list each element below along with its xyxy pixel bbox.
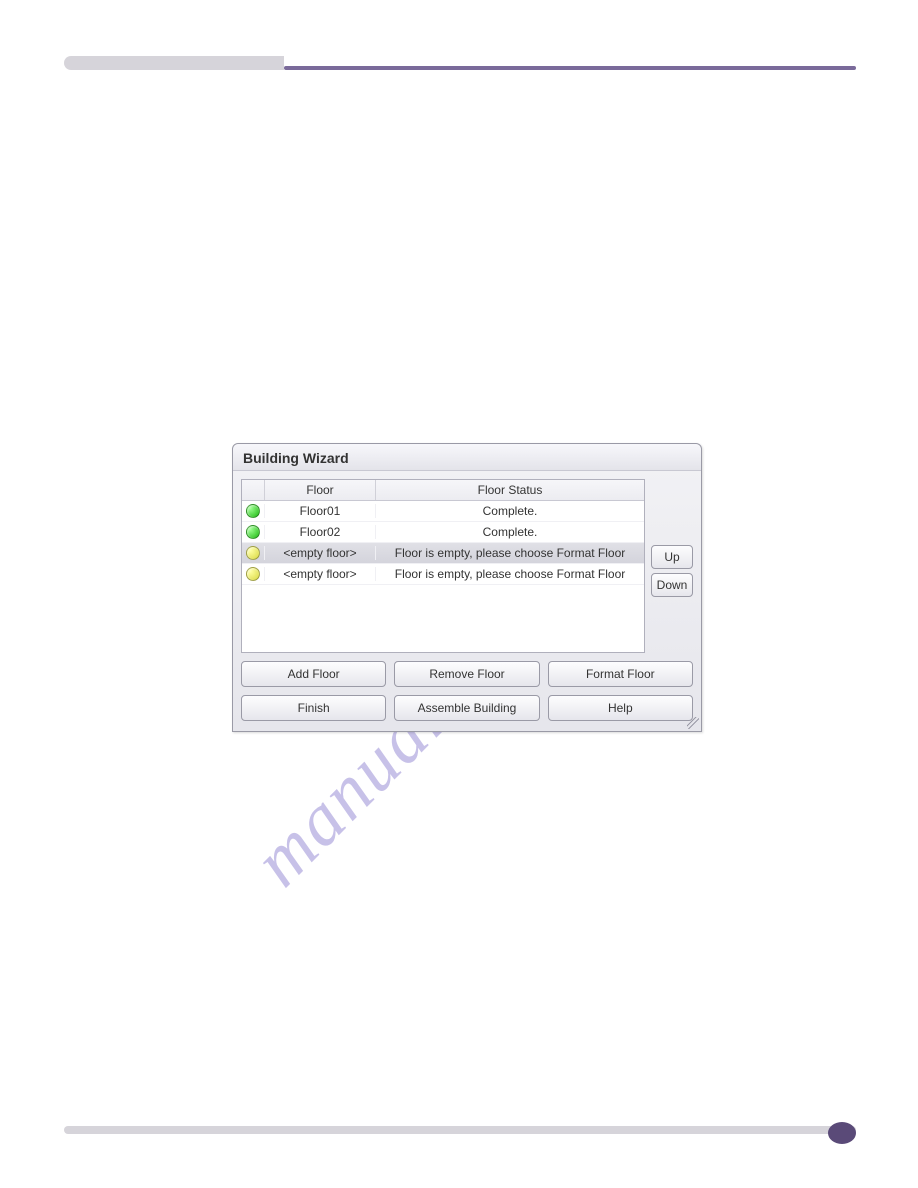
- table-row[interactable]: Floor01Complete.: [242, 501, 644, 522]
- header-bar-right: [284, 66, 856, 70]
- floor-name-cell: <empty floor>: [264, 567, 375, 581]
- dialog-action-row: Finish Assemble Building Help: [241, 695, 693, 721]
- floor-name-cell: Floor01: [264, 504, 375, 518]
- status-dot-cell: [242, 504, 264, 518]
- status-dot-cell: [242, 546, 264, 560]
- help-button[interactable]: Help: [548, 695, 693, 721]
- col-header-floor: Floor: [264, 480, 375, 500]
- floor-status-cell: Complete.: [375, 504, 644, 518]
- floor-status-cell: Complete.: [375, 525, 644, 539]
- floor-name-cell: Floor02: [264, 525, 375, 539]
- dialog-body: Floor Floor Status Floor01Complete.Floor…: [233, 471, 701, 731]
- floor-action-row: Add Floor Remove Floor Format Floor: [241, 661, 693, 687]
- footer-dot: [828, 1122, 856, 1144]
- green-status-icon: [246, 504, 260, 518]
- table-row[interactable]: Floor02Complete.: [242, 522, 644, 543]
- footer-bar: [64, 1126, 856, 1134]
- format-floor-button[interactable]: Format Floor: [548, 661, 693, 687]
- floor-name-cell: <empty floor>: [264, 546, 375, 560]
- table-row[interactable]: <empty floor>Floor is empty, please choo…: [242, 543, 644, 564]
- add-floor-button[interactable]: Add Floor: [241, 661, 386, 687]
- yellow-status-icon: [246, 567, 260, 581]
- yellow-status-icon: [246, 546, 260, 560]
- status-dot-cell: [242, 525, 264, 539]
- grid-header: Floor Floor Status: [242, 480, 644, 501]
- floor-status-cell: Floor is empty, please choose Format Flo…: [375, 546, 644, 560]
- assemble-building-button[interactable]: Assemble Building: [394, 695, 539, 721]
- col-header-status: Floor Status: [375, 480, 644, 500]
- up-button[interactable]: Up: [651, 545, 693, 569]
- floor-status-cell: Floor is empty, please choose Format Flo…: [375, 567, 644, 581]
- finish-button[interactable]: Finish: [241, 695, 386, 721]
- down-button[interactable]: Down: [651, 573, 693, 597]
- reorder-buttons: Up Down: [651, 545, 693, 597]
- table-row[interactable]: <empty floor>Floor is empty, please choo…: [242, 564, 644, 585]
- building-wizard-dialog: Building Wizard Floor Floor Status Floor…: [232, 443, 702, 732]
- resize-grip-icon[interactable]: [687, 717, 699, 729]
- header-bar-left: [64, 56, 284, 70]
- remove-floor-button[interactable]: Remove Floor: [394, 661, 539, 687]
- floor-grid[interactable]: Floor Floor Status Floor01Complete.Floor…: [241, 479, 645, 653]
- status-dot-cell: [242, 567, 264, 581]
- green-status-icon: [246, 525, 260, 539]
- dialog-title: Building Wizard: [233, 444, 701, 471]
